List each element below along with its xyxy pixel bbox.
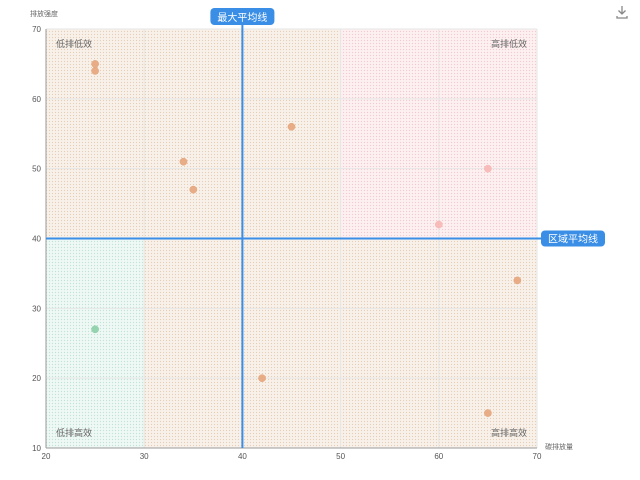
y-average-label: 区域平均线 — [548, 233, 598, 246]
data-point-10 — [484, 409, 492, 417]
x-tick-label-3: 50 — [336, 452, 345, 461]
y-tick-label-3: 40 — [32, 235, 41, 244]
x-tick-label-2: 40 — [238, 452, 247, 461]
region-2 — [46, 238, 145, 448]
y-axis-title: 排放强度 — [30, 9, 58, 18]
y-tick-label-4: 50 — [32, 165, 41, 174]
x-tick-label-0: 20 — [42, 452, 51, 461]
region-label-1: 高排低效 — [491, 38, 527, 49]
data-point-4 — [189, 185, 198, 194]
data-point-5 — [484, 164, 492, 173]
y-tick-label-6: 70 — [32, 25, 41, 34]
x-tick-label-5: 70 — [533, 452, 542, 461]
download-icon — [616, 6, 628, 19]
y-tick-label-1: 20 — [32, 374, 41, 383]
region-label-0: 低排低效 — [56, 38, 92, 49]
x-axis-title: 碳排放量 — [545, 442, 573, 451]
data-point-0 — [91, 60, 99, 68]
data-point-1 — [91, 67, 99, 75]
data-point-6 — [434, 220, 443, 229]
download-button[interactable] — [614, 4, 630, 20]
y-tick-label-5: 60 — [32, 95, 41, 104]
x-tick-label-4: 60 — [434, 452, 443, 461]
region-0 — [46, 29, 341, 239]
region-label-3: 高排高效 — [491, 427, 527, 438]
data-point-7 — [513, 276, 522, 285]
scatter-chart: 低排低效 高排低效低排高效 高排高效 20 30 40 50 60 7010203040506… — [30, 8, 605, 461]
data-point-2 — [287, 122, 296, 131]
x-average-label: 最大平均线 — [217, 11, 267, 24]
region-label-2: 低排高效 — [56, 427, 92, 438]
x-tick-label-1: 30 — [140, 452, 149, 461]
y-tick-label-2: 30 — [32, 304, 41, 313]
data-point-8 — [91, 325, 99, 334]
data-point-3 — [179, 157, 188, 166]
y-tick-label-0: 10 — [32, 444, 41, 453]
data-point-9 — [258, 374, 266, 383]
